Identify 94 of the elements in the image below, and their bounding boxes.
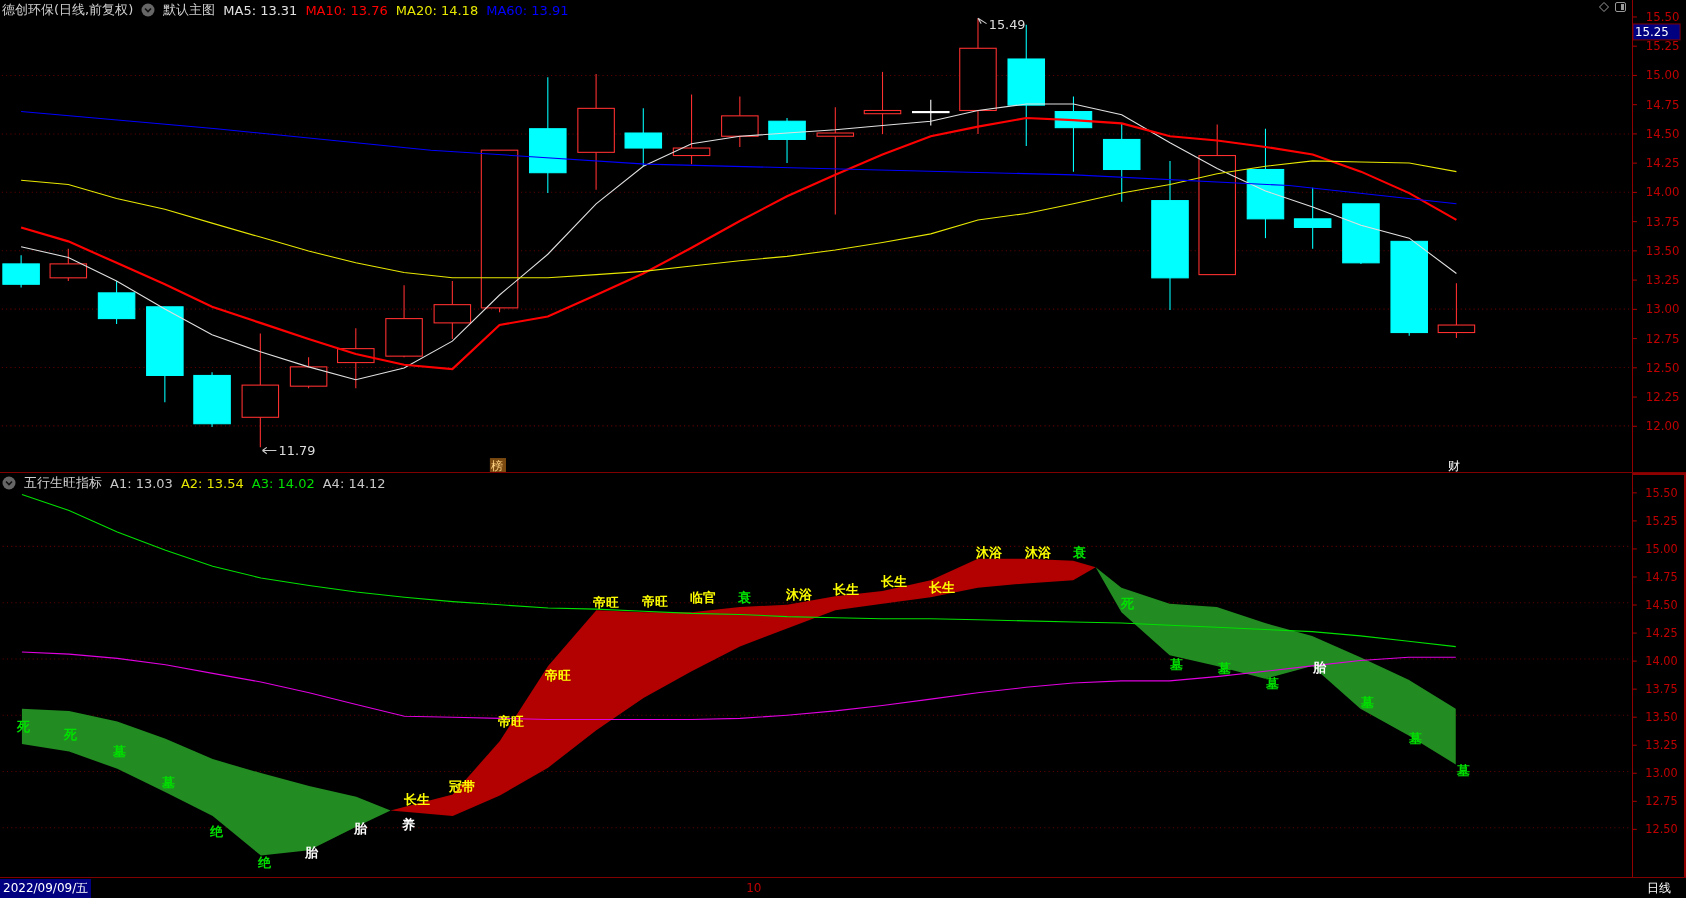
axis-tick-label: 15.00 [1645,541,1678,556]
event-marker: 榜 [489,458,506,472]
month-tick-label: 10 [746,881,762,895]
phase-label: 长生 [928,581,955,596]
candlestick [97,280,136,325]
phase-label: 衰 [737,590,751,605]
candlestick [912,99,950,127]
phase-label: 墓 [1456,763,1470,778]
legend-value: A3: 14.02 [251,475,315,491]
phase-label: 墓 [1265,676,1279,691]
phase-label: 沐浴 [976,545,1003,560]
phase-label: 长生 [404,792,431,807]
axis-tick-label: 13.50 [1645,709,1678,725]
panel-toggle-icon[interactable] [1615,2,1626,12]
candlestick [2,254,40,289]
phase-label: 胎 [353,821,367,836]
phase-label: 帝旺 [641,595,668,610]
axis-tick-label: 15.25 [1645,513,1678,528]
candlestick [337,327,375,389]
axis-tick-label: 12.25 [1645,389,1680,405]
period-label[interactable]: 日线 [1632,879,1686,897]
axis-tick-label: 15.50 [1645,9,1680,24]
phase-label: 帝旺 [545,669,572,684]
phase-label: 死 [64,728,78,743]
axis-tick-label: 14.00 [1645,185,1680,200]
axis-tick-label: 14.75 [1645,569,1678,585]
indicator-title: 五行生旺指标 [24,474,102,492]
phase-label: 胎 [305,845,319,860]
axis-tick-label: 14.50 [1645,126,1680,141]
candlestick [49,248,88,282]
template-name[interactable]: 默认主图 [163,1,216,19]
phase-label: 冠带 [449,780,476,794]
phase-label: 养 [402,817,416,832]
legend-value: A2: 13.54 [180,475,244,491]
axis-tick-label: 12.00 [1645,419,1680,434]
candlestick [721,96,759,148]
candlestick [1342,203,1380,265]
axis-tick-label: 13.00 [1645,765,1678,781]
phase-label: 帝旺 [497,715,524,730]
stock-title: 德创环保(日线,前复权) [2,1,134,19]
axis-tick-label: 13.75 [1645,214,1680,229]
axis-tick-label: 13.25 [1645,737,1678,753]
dropdown-icon[interactable] [141,3,156,17]
axis-tick-label: 14.25 [1645,625,1678,641]
phase-label: 绝 [258,856,271,871]
phase-label: 墓 [112,744,126,759]
axis-tick-label: 15.00 [1645,68,1680,83]
current-price-label: 15.25 [1633,23,1681,41]
low-price-annotation: 11.79 [261,442,316,458]
axis-tick-label: 15.25 [1645,39,1680,54]
phase-label: 墓 [1361,696,1375,711]
axis-tick-label: 14.25 [1645,156,1680,171]
axis-tick-label: 14.00 [1645,653,1678,669]
legend-value: A4: 14.12 [322,475,386,491]
phase-label: 死 [1121,597,1135,612]
axis-tick-label: 13.50 [1645,243,1680,258]
axis-tick-label: 12.75 [1645,794,1678,809]
legend-value: MA60: 13.91 [486,2,569,18]
legend-value: A1: 13.03 [110,475,173,491]
candlestick [1437,282,1476,339]
phase-label: 墓 [1169,658,1183,673]
candlestick [672,93,711,165]
axis-tick-label: 13.75 [1645,681,1678,697]
phase-label: 绝 [209,825,223,840]
event-marker: 财 [1447,458,1460,472]
phase-label: 长生 [833,583,860,598]
diamond-icon[interactable] [1599,2,1609,12]
legend-value: MA20: 14.18 [395,2,479,18]
phase-label: 沐浴 [1024,545,1051,560]
phase-label: 长生 [880,574,907,589]
phase-label: 帝旺 [593,596,620,611]
axis-tick-label: 14.75 [1645,97,1680,112]
axis-tick-label: 15.50 [1645,485,1678,500]
axis-tick-label: 12.75 [1645,331,1680,346]
candlestick [433,280,472,340]
axis-tick-label: 12.50 [1645,822,1678,837]
axis-tick-label: 13.00 [1645,302,1680,317]
phase-label: 沐浴 [785,587,812,602]
legend-value: MA10: 13.76 [305,2,388,18]
legend-value: MA5: 13.31 [223,2,298,18]
candlestick [768,117,806,164]
candlestick [863,71,902,135]
candlestick [193,371,231,428]
axis-tick-label: 14.50 [1645,597,1678,613]
high-price-annotation: 15.49 [977,16,1026,32]
phase-label: 临官 [690,590,717,605]
date-label: 2022/09/09/五 [0,878,92,898]
candlestick [289,356,328,389]
phase-label: 墓 [162,775,176,790]
axis-tick-label: 12.50 [1645,360,1680,375]
dropdown-icon[interactable] [2,476,16,490]
candlestick [1293,187,1332,250]
axis-tick-label: 13.25 [1645,273,1680,288]
phase-label: 衰 [1073,545,1087,560]
